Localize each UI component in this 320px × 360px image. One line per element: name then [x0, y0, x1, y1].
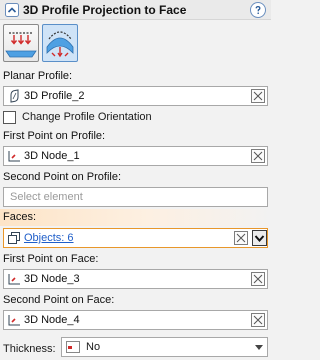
profile-icon: [7, 89, 21, 103]
node-icon: [7, 313, 21, 327]
panel-title: 3D Profile Projection to Face: [23, 3, 187, 17]
second-point-profile-placeholder: Select element: [10, 191, 83, 203]
first-point-profile-value: 3D Node_1: [24, 150, 80, 162]
change-orientation-label: Change Profile Orientation: [22, 111, 152, 123]
clear-icon[interactable]: [251, 272, 265, 286]
chevron-down-icon[interactable]: [255, 345, 263, 350]
first-point-profile-label: First Point on Profile:: [3, 130, 106, 142]
second-point-profile-label: Second Point on Profile:: [3, 171, 122, 183]
second-point-face-value: 3D Node_4: [24, 314, 80, 326]
chevron-down-icon[interactable]: [252, 230, 267, 246]
node-icon: [7, 149, 21, 163]
panel-header: 3D Profile Projection to Face: [0, 0, 271, 20]
chevron-up-icon[interactable]: [5, 3, 19, 17]
faces-icon: [7, 231, 21, 245]
clear-icon[interactable]: [251, 89, 265, 103]
clear-icon[interactable]: [234, 231, 248, 245]
projection-normal-button[interactable]: [42, 24, 78, 62]
clear-icon[interactable]: [251, 313, 265, 327]
second-point-profile-field[interactable]: Select element: [3, 187, 268, 207]
planar-profile-label: Planar Profile:: [3, 70, 73, 82]
second-point-face-label: Second Point on Face:: [3, 294, 115, 306]
faces-label-highlight: [0, 209, 271, 226]
projection-direction-button[interactable]: [3, 24, 39, 62]
first-point-profile-field[interactable]: 3D Node_1: [3, 146, 268, 166]
node-icon: [7, 272, 21, 286]
second-point-face-field[interactable]: 3D Node_4: [3, 310, 268, 330]
faces-field[interactable]: Objects: 6: [3, 228, 268, 248]
projection-normal-icon: [46, 31, 74, 58]
clear-icon[interactable]: [251, 149, 265, 163]
first-point-face-field[interactable]: 3D Node_3: [3, 269, 268, 289]
help-icon[interactable]: [250, 2, 266, 18]
thickness-select[interactable]: No: [61, 337, 268, 357]
thickness-icon: [66, 341, 80, 353]
planar-profile-value: 3D Profile_2: [24, 90, 85, 102]
first-point-face-value: 3D Node_3: [24, 273, 80, 285]
faces-value-link[interactable]: Objects: 6: [24, 232, 74, 244]
thickness-value: No: [86, 341, 101, 353]
change-orientation-checkbox[interactable]: [3, 111, 16, 124]
faces-label: Faces:: [3, 211, 37, 223]
projection-direction-icon: [5, 32, 37, 58]
planar-profile-field[interactable]: 3D Profile_2: [3, 86, 268, 106]
first-point-face-label: First Point on Face:: [3, 253, 99, 265]
thickness-label: Thickness:: [3, 343, 56, 355]
